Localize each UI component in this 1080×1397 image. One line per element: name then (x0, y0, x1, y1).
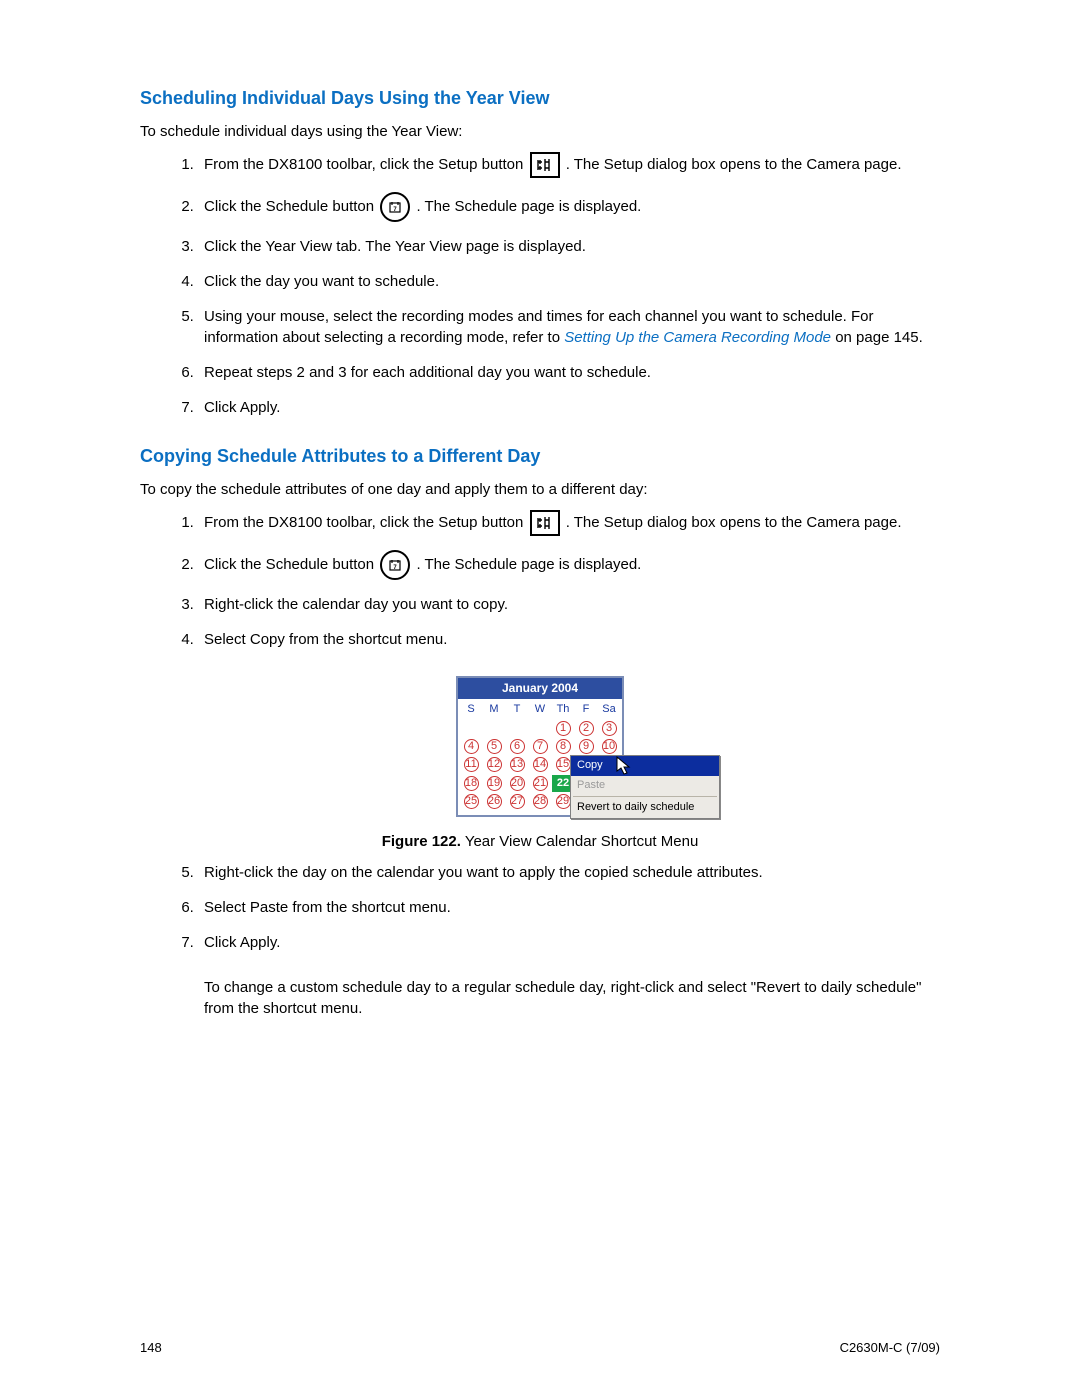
step-text: . The Setup dialog box opens to the Came… (566, 156, 902, 173)
heading-copy-schedule: Copying Schedule Attributes to a Differe… (140, 444, 940, 469)
figure-122: January 2004 SMTWThFSa123456789101112131… (140, 676, 940, 851)
calendar-day (483, 720, 505, 737)
step-text: . The Schedule page is displayed. (416, 198, 641, 215)
schedule-button-icon: 7 (380, 192, 410, 222)
calendar-day[interactable]: 3 (598, 720, 620, 737)
calendar-day (506, 720, 528, 737)
step-1-7: Click Apply. (198, 397, 940, 418)
calendar-day[interactable]: 28 (529, 793, 551, 810)
calendar-day[interactable]: 26 (483, 793, 505, 810)
calendar-day[interactable]: 9 (575, 738, 597, 755)
calendar-day[interactable]: 4 (460, 738, 482, 755)
calendar-day[interactable]: 6 (506, 738, 528, 755)
step-text: Click the Schedule button (204, 556, 378, 573)
calendar-day (529, 720, 551, 737)
step-text: . The Schedule page is displayed. (416, 556, 641, 573)
menu-item-paste[interactable]: Paste (571, 776, 719, 795)
calendar-day-header: M (483, 701, 505, 718)
calendar-day-header: S (460, 701, 482, 718)
calendar-day[interactable]: 7 (529, 738, 551, 755)
calendar-day-header: F (575, 701, 597, 718)
calendar-title: January 2004 (458, 678, 622, 699)
step-2-4: Select Copy from the shortcut menu. (198, 629, 940, 650)
step-text: . The Setup dialog box opens to the Came… (566, 514, 902, 531)
calendar-day-header: Sa (598, 701, 620, 718)
menu-separator (573, 796, 717, 797)
schedule-button-icon: 7 (380, 550, 410, 580)
calendar-day[interactable]: 18 (460, 775, 482, 792)
calendar-day[interactable]: 25 (460, 793, 482, 810)
setup-button-icon (530, 510, 560, 536)
intro-2: To copy the schedule attributes of one d… (140, 479, 940, 500)
calendar-day[interactable]: 19 (483, 775, 505, 792)
steps-2a: From the DX8100 toolbar, click the Setup… (140, 510, 940, 650)
steps-1: From the DX8100 toolbar, click the Setup… (140, 152, 940, 418)
step-1-4: Click the day you want to schedule. (198, 271, 940, 292)
doc-id: C2630M-C (7/09) (840, 1339, 940, 1357)
figure-caption-text: Year View Calendar Shortcut Menu (465, 833, 698, 850)
step-2-5: Right-click the day on the calendar you … (198, 862, 940, 883)
calendar-day[interactable]: 5 (483, 738, 505, 755)
calendar-day-header: T (506, 701, 528, 718)
figure-label: Figure 122. (382, 833, 461, 850)
step-note: To change a custom schedule day to a reg… (204, 979, 921, 1017)
page-number: 148 (140, 1339, 162, 1357)
calendar-day[interactable]: 14 (529, 756, 551, 773)
setup-button-icon (530, 152, 560, 178)
calendar-day[interactable]: 12 (483, 756, 505, 773)
step-2-1: From the DX8100 toolbar, click the Setup… (198, 510, 940, 536)
step-2-6: Select Paste from the shortcut menu. (198, 897, 940, 918)
calendar-day[interactable]: 20 (506, 775, 528, 792)
steps-2b: Right-click the day on the calendar you … (140, 862, 940, 1019)
calendar-day-header: W (529, 701, 551, 718)
calendar-day-header: Th (552, 701, 574, 718)
calendar-day[interactable]: 13 (506, 756, 528, 773)
context-menu: Copy Paste Revert to daily schedule (570, 755, 720, 818)
calendar-day[interactable]: 21 (529, 775, 551, 792)
step-2-3: Right-click the calendar day you want to… (198, 594, 940, 615)
link-recording-mode[interactable]: Setting Up the Camera Recording Mode (564, 329, 831, 346)
step-text: on page 145. (835, 329, 923, 346)
menu-item-revert[interactable]: Revert to daily schedule (571, 798, 719, 817)
step-1-1: From the DX8100 toolbar, click the Setup… (198, 152, 940, 178)
step-1-6: Repeat steps 2 and 3 for each additional… (198, 362, 940, 383)
calendar-day[interactable]: 8 (552, 738, 574, 755)
calendar-day[interactable]: 27 (506, 793, 528, 810)
step-2-7: Click Apply. To change a custom schedule… (198, 932, 940, 1019)
heading-schedule-year-view: Scheduling Individual Days Using the Yea… (140, 86, 940, 111)
step-1-5: Using your mouse, select the recording m… (198, 306, 940, 348)
step-1-3: Click the Year View tab. The Year View p… (198, 236, 940, 257)
calendar-day[interactable]: 2 (575, 720, 597, 737)
figure-caption: Figure 122. Year View Calendar Shortcut … (140, 831, 940, 852)
calendar-day[interactable]: 1 (552, 720, 574, 737)
step-text: From the DX8100 toolbar, click the Setup… (204, 156, 528, 173)
step-text: From the DX8100 toolbar, click the Setup… (204, 514, 528, 531)
step-1-2: Click the Schedule button 7 . The Schedu… (198, 192, 940, 222)
calendar-day[interactable]: 10 (598, 738, 620, 755)
page-footer: 148 C2630M-C (7/09) (140, 1339, 940, 1357)
step-text: Click the Schedule button (204, 198, 378, 215)
menu-item-copy[interactable]: Copy (571, 756, 719, 775)
step-2-2: Click the Schedule button 7 . The Schedu… (198, 550, 940, 580)
calendar-day[interactable]: 11 (460, 756, 482, 773)
intro-1: To schedule individual days using the Ye… (140, 121, 940, 142)
step-text: Click Apply. (204, 934, 280, 951)
calendar-day (460, 720, 482, 737)
mouse-cursor-icon (616, 756, 632, 782)
